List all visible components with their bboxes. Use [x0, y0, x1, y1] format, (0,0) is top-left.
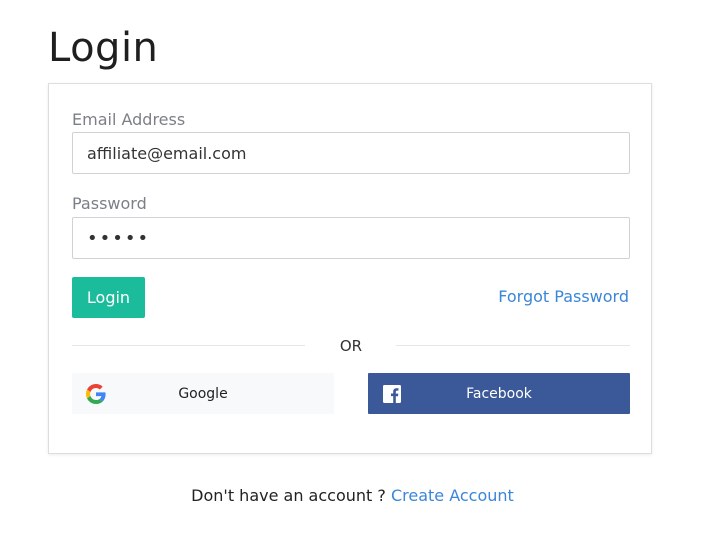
create-account-link[interactable]: Create Account [391, 486, 514, 505]
login-button[interactable]: Login [72, 277, 145, 318]
password-label: Password [72, 194, 147, 213]
divider-or: OR [339, 337, 363, 355]
divider-line-right [396, 345, 630, 346]
page-title: Login [48, 25, 159, 71]
password-field[interactable] [72, 217, 630, 259]
signup-prompt-text: Don't have an account ? [191, 486, 391, 505]
google-button-label: Google [178, 386, 228, 402]
divider-line-left [72, 345, 305, 346]
facebook-button-label: Facebook [466, 386, 532, 402]
facebook-login-button[interactable]: Facebook [368, 373, 630, 414]
google-login-button[interactable]: Google [72, 373, 334, 414]
signup-prompt: Don't have an account ? Create Account [0, 485, 705, 507]
email-label: Email Address [72, 110, 186, 129]
forgot-password-link[interactable]: Forgot Password [498, 287, 629, 307]
login-card: Email Address Password Login Forgot Pass… [48, 83, 652, 454]
email-field[interactable] [72, 132, 630, 174]
